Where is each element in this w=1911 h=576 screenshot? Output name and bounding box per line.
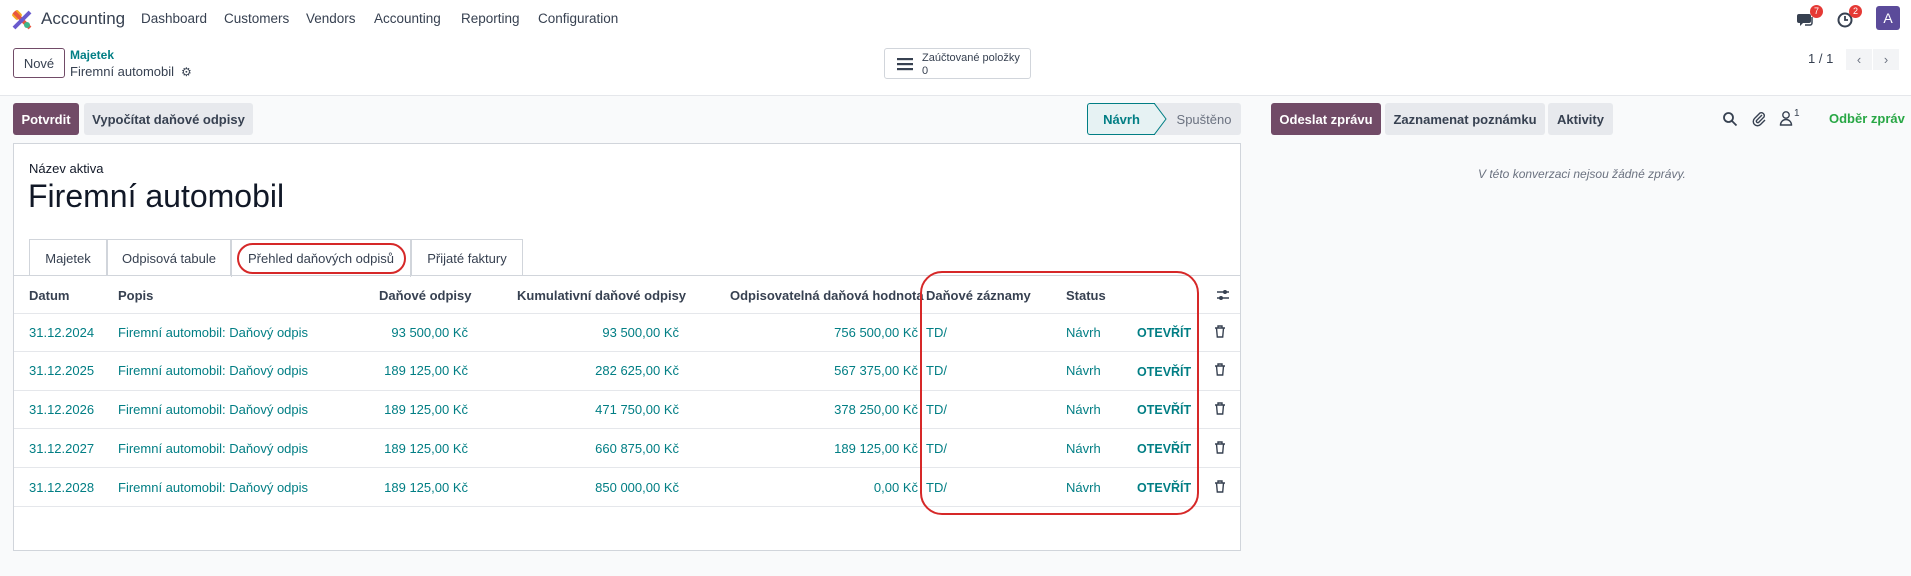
nav-vendors[interactable]: Vendors <box>306 11 356 26</box>
asset-name-field[interactable]: Firemní automobil <box>28 178 284 215</box>
cell-tax[interactable]: 189 125,00 Kč <box>350 480 468 495</box>
paperclip-icon[interactable] <box>1751 111 1767 127</box>
status-draft[interactable]: Návrh <box>1087 103 1155 135</box>
cell-cumulative[interactable]: 850 000,00 Kč <box>560 480 679 495</box>
tab-prijate-faktury[interactable]: Přijaté faktury <box>411 239 523 276</box>
column-header-cumulative[interactable]: Kumulativní daňové odpisy <box>517 288 686 303</box>
pager-previous-button[interactable]: ‹ <box>1846 49 1872 70</box>
statusbar: Spuštěno Návrh <box>1087 103 1241 135</box>
chevron-right-icon: › <box>1883 52 1889 67</box>
messages-badge: 7 <box>1810 5 1824 18</box>
trash-icon[interactable] <box>1214 402 1226 415</box>
control-panel: Nové Majetek Firemní automobil ⚙ Zaúčtov… <box>0 38 1911 96</box>
tab-majetek[interactable]: Majetek <box>29 239 107 276</box>
user-icon <box>1779 111 1793 126</box>
status-arrow-icon <box>1154 103 1167 135</box>
cell-date[interactable]: 31.12.2027 <box>29 441 94 456</box>
nav-customers[interactable]: Customers <box>224 11 289 26</box>
activities-button[interactable]: 2 <box>1836 5 1863 30</box>
cell-depreciable[interactable]: 567 375,00 Kč <box>800 363 918 378</box>
column-header-depreciable[interactable]: Odpisovatelná daňová hodnota <box>730 288 924 303</box>
trash-icon[interactable] <box>1214 363 1226 376</box>
cell-tax[interactable]: 189 125,00 Kč <box>350 402 468 417</box>
nav-accounting[interactable]: Accounting <box>374 11 441 26</box>
cell-description[interactable]: Firemní automobil: Daňový odpis <box>118 441 308 456</box>
new-button[interactable]: Nové <box>13 48 65 78</box>
trash-icon[interactable] <box>1214 325 1226 338</box>
compute-tax-depreciation-button[interactable]: Vypočítat daňové odpisy <box>84 103 253 135</box>
column-header-tax-depreciation[interactable]: Daňové odpisy <box>379 288 471 303</box>
user-avatar[interactable]: A <box>1876 6 1900 30</box>
app-name[interactable]: Accounting <box>41 9 125 29</box>
accounting-app-icon[interactable] <box>12 10 32 30</box>
asset-name-label: Název aktiva <box>29 161 104 176</box>
bars-icon <box>897 58 913 71</box>
cell-description[interactable]: Firemní automobil: Daňový odpis <box>118 402 308 417</box>
pager-next-button[interactable]: › <box>1873 49 1899 70</box>
cell-cumulative[interactable]: 93 500,00 Kč <box>560 325 679 340</box>
cell-tax[interactable]: 189 125,00 Kč <box>350 441 468 456</box>
cell-cumulative[interactable]: 471 750,00 Kč <box>560 402 679 417</box>
activities-badge: 2 <box>1849 5 1863 18</box>
cell-date[interactable]: 31.12.2028 <box>29 480 94 495</box>
cell-cumulative[interactable]: 660 875,00 Kč <box>560 441 679 456</box>
column-settings-icon[interactable] <box>1216 288 1230 302</box>
highlight-active-tab <box>237 243 406 274</box>
gear-icon[interactable]: ⚙ <box>181 65 192 79</box>
chevron-left-icon: ‹ <box>1856 52 1862 67</box>
smart-button-label: Zaúčtované položky <box>922 52 1020 64</box>
cell-date[interactable]: 31.12.2024 <box>29 325 94 340</box>
messages-button[interactable]: 7 <box>1797 5 1824 30</box>
tab-odpisova-tabule[interactable]: Odpisová tabule <box>107 239 231 276</box>
cell-date[interactable]: 31.12.2026 <box>29 402 94 417</box>
trash-icon[interactable] <box>1214 441 1226 454</box>
cell-description[interactable]: Firemní automobil: Daňový odpis <box>118 480 308 495</box>
column-header-description[interactable]: Popis <box>118 288 153 303</box>
cell-description[interactable]: Firemní automobil: Daňový odpis <box>118 363 308 378</box>
log-note-button[interactable]: Zaznamenat poznámku <box>1385 103 1545 135</box>
trash-icon[interactable] <box>1214 480 1226 493</box>
search-icon[interactable] <box>1722 111 1738 127</box>
followers-button[interactable]: 1 <box>1779 108 1805 128</box>
breadcrumb-current: Firemní automobil <box>70 64 175 79</box>
column-header-date[interactable]: Datum <box>29 288 69 303</box>
breadcrumb-parent[interactable]: Majetek <box>70 48 114 62</box>
followers-count: 1 <box>1794 108 1800 119</box>
cell-tax[interactable]: 93 500,00 Kč <box>350 325 468 340</box>
highlight-tax-entries-columns <box>920 271 1199 515</box>
nav-dashboard[interactable]: Dashboard <box>141 11 207 26</box>
cell-depreciable[interactable]: 378 250,00 Kč <box>800 402 918 417</box>
cell-depreciable[interactable]: 189 125,00 Kč <box>800 441 918 456</box>
cell-depreciable[interactable]: 756 500,00 Kč <box>800 325 918 340</box>
cell-cumulative[interactable]: 282 625,00 Kč <box>560 363 679 378</box>
cell-description[interactable]: Firemní automobil: Daňový odpis <box>118 325 308 340</box>
nav-reporting[interactable]: Reporting <box>461 11 520 26</box>
nav-configuration[interactable]: Configuration <box>538 11 618 26</box>
activities-button-chatter[interactable]: Aktivity <box>1548 103 1613 135</box>
top-navbar: Accounting Dashboard Customers Vendors A… <box>0 0 1911 38</box>
follow-button[interactable]: Odběr zpráv <box>1829 111 1905 126</box>
empty-conversation-text: V této konverzaci nejsou žádné zprávy. <box>1478 167 1686 181</box>
cell-date[interactable]: 31.12.2025 <box>29 363 94 378</box>
pager-value[interactable]: 1 / 1 <box>1808 51 1833 66</box>
send-message-button[interactable]: Odeslat zprávu <box>1271 103 1381 135</box>
posted-entries-smart-button[interactable]: Zaúčtované položky 0 <box>884 48 1031 79</box>
confirm-button[interactable]: Potvrdit <box>13 103 79 135</box>
smart-button-count: 0 <box>922 65 929 77</box>
cell-tax[interactable]: 189 125,00 Kč <box>350 363 468 378</box>
cell-depreciable[interactable]: 0,00 Kč <box>800 480 918 495</box>
